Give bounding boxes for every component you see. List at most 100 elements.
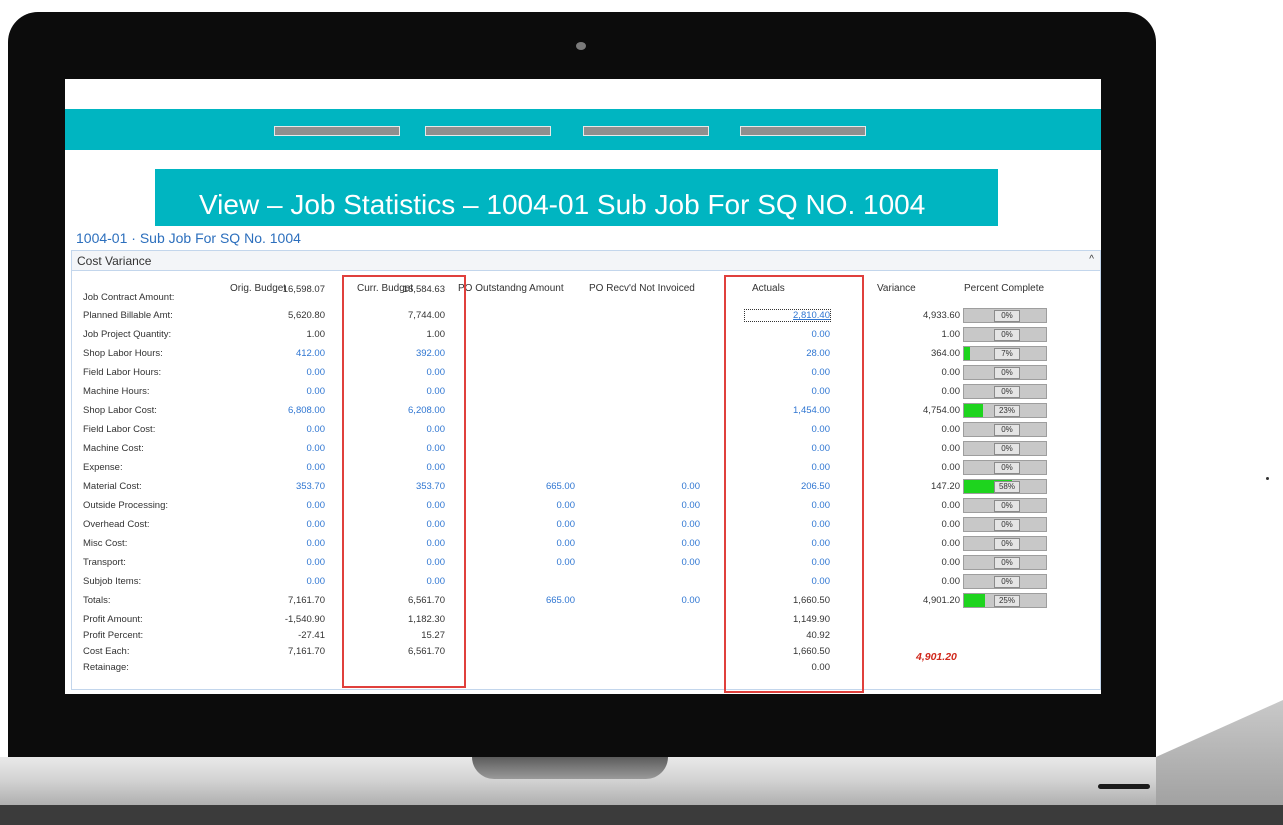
cell-variance: 0.00 (941, 576, 961, 587)
cell-variance: 0.00 (941, 367, 961, 378)
percent-label: 0% (994, 424, 1020, 436)
row-label: Shop Labor Hours: (83, 348, 163, 359)
row-label: Subjob Items: (83, 576, 142, 587)
progress-fill (964, 594, 985, 607)
percent-complete-bar: 0% (963, 441, 1047, 456)
cell-po_out[interactable]: 665.00 (485, 481, 575, 492)
cell-variance: 0.00 (941, 538, 961, 549)
row-label: Machine Cost: (83, 443, 144, 454)
panel-header[interactable]: Cost Variance ^ (72, 251, 1100, 271)
cell-orig[interactable]: 353.70 (235, 481, 325, 492)
cell-orig[interactable]: 0.00 (235, 367, 326, 378)
laptop-slot (1098, 784, 1150, 789)
cell-orig[interactable]: 0.00 (235, 386, 326, 397)
cell-orig[interactable]: 0.00 (235, 462, 326, 473)
percent-complete-bar: 7% (963, 346, 1047, 361)
percent-label: 0% (994, 519, 1020, 531)
row-label: Material Cost: (83, 481, 142, 492)
laptop-bottom-strip (0, 805, 1283, 825)
cell-orig[interactable]: 0.00 (235, 557, 326, 568)
percent-complete-bar: 0% (963, 517, 1047, 532)
percent-complete-bar: 23% (963, 403, 1047, 418)
percent-complete-bar: 0% (963, 384, 1047, 399)
cell-orig[interactable]: 0.00 (235, 443, 326, 454)
cell-orig: 5,620.80 (288, 310, 325, 321)
row-label: Misc Cost: (83, 538, 128, 549)
cell-po_out[interactable]: 0.00 (485, 557, 576, 568)
cell-po_recv[interactable]: 0.00 (605, 557, 701, 568)
percent-label: 0% (994, 462, 1020, 474)
table-row: Shop Labor Cost: 6,808.00 6,208.00 1,454.00… (65, 401, 1101, 419)
table-row: Material Cost: 353.70 353.70 665.00 0.00 206.… (65, 477, 1101, 495)
table-row: Misc Cost: 0.00 0.00 0.00 0.00 0.00 0.00 0% (65, 534, 1101, 552)
cell-po_out[interactable]: 0.00 (485, 519, 576, 530)
table-row: Job Project Quantity: 1.00 1.00 0.00 1.00 0% (65, 325, 1101, 343)
cell-variance: 4,901.20 (923, 595, 960, 606)
cell-orig[interactable]: 0.00 (235, 519, 326, 530)
percent-complete-bar: 0% (963, 308, 1047, 323)
cell-variance: 0.00 (941, 500, 961, 511)
percent-label: 0% (994, 500, 1020, 512)
percent-label: 7% (994, 348, 1020, 360)
nav-button-2[interactable] (425, 126, 551, 136)
title-banner: View – Job Statistics – 1004-01 Sub Job … (155, 169, 998, 226)
percent-label: 0% (994, 557, 1020, 569)
cell-po_out[interactable]: 0.00 (485, 500, 576, 511)
cell-orig: 1.00 (306, 329, 326, 340)
cell-po_out[interactable]: 665.00 (485, 595, 575, 606)
camera-icon (576, 42, 586, 50)
percent-complete-bar: 0% (963, 327, 1047, 342)
table-row: Transport: 0.00 0.00 0.00 0.00 0.00 0.00 0% (65, 553, 1101, 571)
cell-po_out[interactable]: 0.00 (485, 538, 576, 549)
cell-orig[interactable]: 0.00 (235, 424, 326, 435)
percent-label: 0% (994, 538, 1020, 550)
cell-orig: -27.41 (298, 630, 325, 641)
cell-orig[interactable]: 0.00 (235, 576, 326, 587)
cell-variance: 1.00 (941, 329, 961, 340)
cell-po_recv[interactable]: 0.00 (605, 500, 701, 511)
cell-variance: 0.00 (941, 462, 961, 473)
row-label: Retainage: (83, 662, 129, 673)
cost-each-variance: 4,901.20 (916, 651, 957, 663)
percent-label: 58% (994, 481, 1020, 493)
cell-orig[interactable]: 412.00 (235, 348, 325, 359)
table-row: Totals: 7,161.70 6,561.70 665.00 0.00 1,660.5… (65, 591, 1101, 609)
table-row: Expense: 0.00 0.00 0.00 0.00 0% (65, 458, 1101, 476)
table-row: Machine Hours: 0.00 0.00 0.00 0.00 0% (65, 382, 1101, 400)
row-label: Totals: (83, 595, 111, 606)
laptop-notch (472, 757, 668, 779)
percent-complete-bar: 0% (963, 536, 1047, 551)
cell-variance: 0.00 (941, 519, 961, 530)
nav-button-3[interactable] (583, 126, 709, 136)
percent-label: 0% (994, 443, 1020, 455)
cell-po_recv[interactable]: 0.00 (605, 481, 701, 492)
row-label: Transport: (83, 557, 126, 568)
row-label: Expense: (83, 462, 123, 473)
dot-mark (1266, 477, 1269, 480)
table-row: Planned Billable Amt: 5,620.80 7,744.00 2,8… (65, 306, 1101, 324)
percent-label: 0% (994, 329, 1020, 341)
percent-complete-bar: 0% (963, 365, 1047, 380)
cell-orig[interactable]: 0.00 (235, 500, 326, 511)
row-label: Job Project Quantity: (83, 329, 172, 340)
percent-complete-bar: 25% (963, 593, 1047, 608)
table-row: Job Contract Amount: 16,598.07 16,584.63 (65, 284, 1101, 306)
cell-po_recv[interactable]: 0.00 (605, 538, 701, 549)
cell-variance: 0.00 (941, 557, 961, 568)
percent-label: 0% (994, 576, 1020, 588)
table-row: Machine Cost: 0.00 0.00 0.00 0.00 0% (65, 439, 1101, 457)
nav-button-4[interactable] (740, 126, 866, 136)
cell-po_recv[interactable]: 0.00 (605, 595, 701, 606)
panel-title: Cost Variance (77, 254, 152, 268)
nav-button-1[interactable] (274, 126, 400, 136)
cell-orig[interactable]: 0.00 (235, 538, 326, 549)
percent-complete-bar: 0% (963, 555, 1047, 570)
cell-orig[interactable]: 6,808.00 (235, 405, 325, 416)
table-row: Overhead Cost: 0.00 0.00 0.00 0.00 0.00 0.00 0% (65, 515, 1101, 533)
row-label: Cost Each: (83, 646, 130, 657)
cell-orig: -1,540.90 (284, 614, 325, 625)
table-row: Field Labor Hours: 0.00 0.00 0.00 0.00 0% (65, 363, 1101, 381)
progress-fill (964, 347, 970, 360)
chevron-up-icon[interactable]: ^ (1089, 254, 1094, 265)
cell-po_recv[interactable]: 0.00 (605, 519, 701, 530)
